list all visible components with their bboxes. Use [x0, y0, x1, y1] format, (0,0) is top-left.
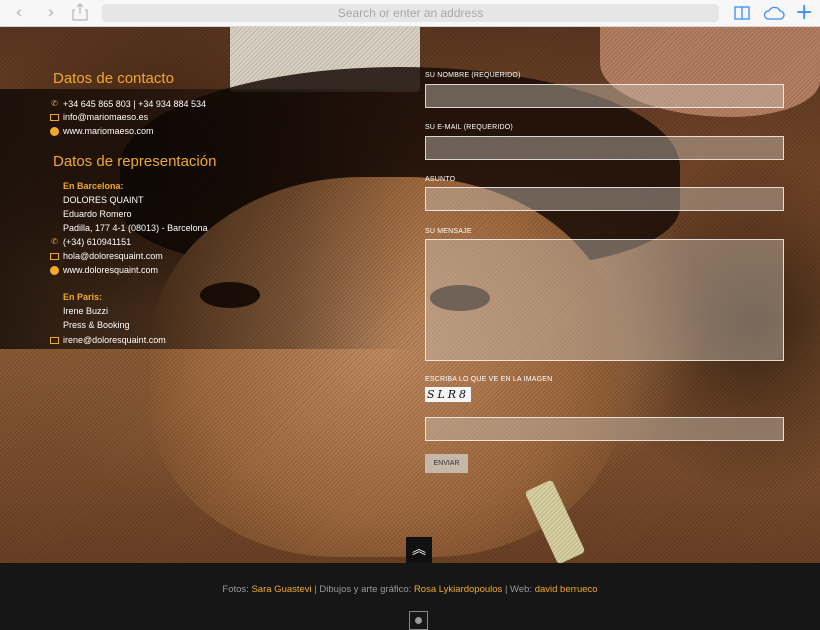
footer: Fotos: Sara Guastevi | Dibujos y arte gr…: [0, 563, 820, 630]
address-bar[interactable]: Search or enter an address: [102, 4, 719, 22]
forward-arrow-icon[interactable]: ›: [42, 4, 60, 22]
mail-icon: [50, 114, 59, 121]
captcha-input[interactable]: [425, 417, 784, 441]
captcha-label: ESCRIBA LO QUE VE EN LA IMAGEN: [425, 376, 553, 383]
back-to-top-icon[interactable]: ︽: [406, 537, 432, 563]
fotos-label: Fotos:: [222, 584, 252, 595]
barcelona-agency: DOLORES QUAINT: [63, 195, 144, 205]
phone-icon: ✆: [51, 99, 58, 108]
browser-toolbar: ‹ › Search or enter an address +: [0, 0, 820, 27]
subject-field-label: ASUNTO: [425, 176, 456, 183]
paris-email[interactable]: irene@doloresquaint.com: [63, 335, 166, 345]
mail-icon: [50, 337, 59, 344]
barcelona-email[interactable]: hola@doloresquaint.com: [63, 251, 163, 261]
web-link[interactable]: david berrueco: [535, 584, 598, 595]
barcelona-person: Eduardo Romero: [63, 209, 132, 219]
share-icon[interactable]: [72, 3, 88, 21]
representation-section-title: Datos de representación: [53, 153, 217, 170]
contact-email[interactable]: info@mariomaeso.es: [63, 112, 148, 122]
paris-heading: En Paris:: [63, 292, 103, 302]
mail-icon: [50, 253, 59, 260]
new-tab-plus-icon[interactable]: +: [795, 2, 813, 24]
dibujos-label: | Dibujos y arte gráfico:: [311, 584, 414, 595]
name-field-label: SU NOMBRE (REQUERIDO): [425, 72, 521, 79]
resize-handle-icon[interactable]: [776, 353, 782, 359]
name-input[interactable]: [425, 84, 784, 108]
contact-web[interactable]: www.mariomaeso.com: [63, 126, 154, 136]
paris-role: Press & Booking: [63, 320, 130, 330]
email-field-label: SU E-MAIL (REQUERIDO): [425, 124, 513, 131]
contact-phone: +34 645 865 803 | +34 934 884 534: [63, 99, 206, 109]
barcelona-web[interactable]: www.doloresquaint.com: [63, 265, 158, 275]
phone-icon: ✆: [51, 237, 58, 246]
globe-icon: [50, 266, 59, 275]
back-arrow-icon[interactable]: ‹: [10, 4, 28, 22]
barcelona-heading: En Barcelona:: [63, 181, 124, 191]
web-label: | Web:: [502, 584, 535, 595]
dibujos-link[interactable]: Rosa Lykiardopoulos: [414, 584, 502, 595]
paris-person: Irene Buzzi: [63, 306, 109, 316]
barcelona-address: Padilla, 177 4-1 (08013) - Barcelona: [63, 223, 208, 233]
message-textarea[interactable]: [425, 239, 784, 361]
globe-icon: [50, 127, 59, 136]
barcelona-phone: (+34) 610941151: [63, 237, 132, 247]
subject-input[interactable]: [425, 187, 784, 211]
message-field-label: SU MENSAJE: [425, 228, 472, 235]
email-input[interactable]: [425, 136, 784, 160]
captcha-image: SLR8: [425, 387, 471, 402]
cloud-icon[interactable]: [763, 5, 785, 21]
send-button[interactable]: ENVIAR: [425, 454, 468, 473]
footer-credits: Fotos: Sara Guastevi | Dibujos y arte gr…: [0, 584, 820, 595]
reading-list-icon[interactable]: [734, 5, 750, 21]
contact-section-title: Datos de contacto: [53, 70, 174, 87]
footer-badge-icon[interactable]: [409, 611, 428, 630]
fotos-link[interactable]: Sara Guastevi: [251, 584, 311, 595]
